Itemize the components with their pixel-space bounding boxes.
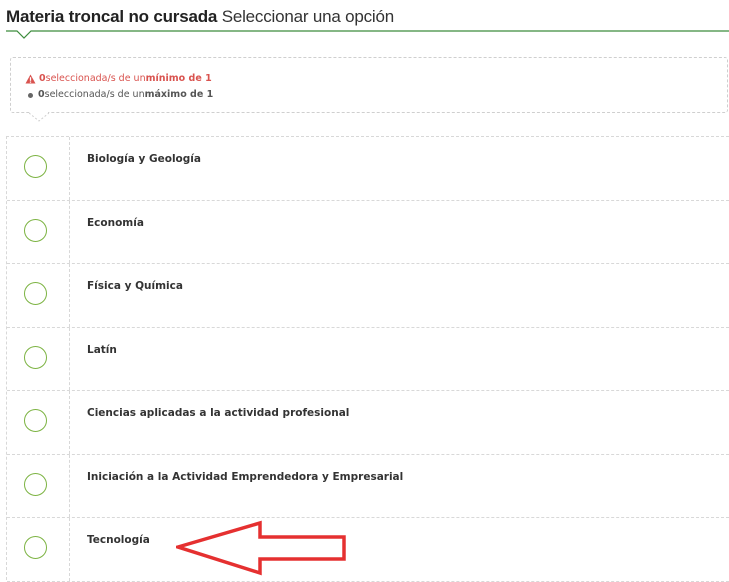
radio-cell: [7, 200, 70, 263]
warning-icon: [25, 74, 36, 84]
minimum-info-row: 0 seleccionada/s de un mínimo de 1: [25, 73, 212, 85]
radio-cell: [7, 327, 70, 390]
info-box-pointer: [29, 108, 49, 122]
bullet-icon: [28, 92, 33, 98]
radio-cell: [7, 264, 70, 327]
section-title-strong: Materia troncal no cursada: [6, 7, 218, 26]
option-radio[interactable]: [24, 472, 47, 496]
header-underline: [6, 30, 729, 39]
option-label: Economía: [87, 216, 144, 229]
maximum-selected-count: 0: [38, 89, 45, 100]
option-radio[interactable]: [24, 155, 47, 178]
option-row[interactable]: Tecnología: [7, 518, 729, 582]
option-row[interactable]: Ciencias aplicadas a la actividad profes…: [7, 391, 729, 455]
minimum-selected-count: 0: [39, 73, 46, 84]
option-label: Ciencias aplicadas a la actividad profes…: [87, 407, 350, 419]
option-label: Biología y Geología: [87, 153, 201, 165]
section-title: Materia troncal no cursada Seleccionar u…: [6, 6, 394, 28]
minimum-info-text: seleccionada/s de un: [45, 73, 146, 84]
maximum-info-text: seleccionada/s de un: [44, 89, 145, 100]
option-radio[interactable]: [24, 345, 47, 369]
annotation-arrow-icon: [176, 520, 346, 576]
section-title-instruction: Seleccionar una opción: [221, 7, 395, 26]
radio-cell: [7, 518, 70, 581]
options-list: Biología y Geología Economía Física y Qu…: [6, 136, 729, 582]
option-row[interactable]: Economía: [7, 200, 729, 264]
option-label: Física y Química: [87, 280, 183, 292]
radio-cell: [7, 391, 70, 454]
minimum-limit-label: mínimo de 1: [145, 73, 212, 84]
option-label: Tecnología: [87, 534, 150, 546]
option-radio[interactable]: [24, 218, 47, 242]
option-row[interactable]: Biología y Geología: [7, 137, 729, 201]
option-label: Iniciación a la Actividad Emprendedora y…: [87, 470, 404, 483]
option-radio[interactable]: [24, 409, 47, 432]
selection-info-box: 0 seleccionada/s de un mínimo de 1 0 sel…: [10, 57, 728, 113]
option-label: Latín: [87, 343, 117, 356]
radio-cell: [7, 137, 70, 200]
option-radio[interactable]: [24, 282, 47, 305]
section-header: Materia troncal no cursada Seleccionar u…: [6, 0, 729, 44]
maximum-limit-label: máximo de 1: [144, 89, 214, 100]
radio-cell: [7, 454, 70, 517]
option-row[interactable]: Latín: [7, 327, 729, 391]
option-radio[interactable]: [24, 536, 47, 559]
maximum-info-row: 0 seleccionada/s de un máximo de 1: [25, 89, 213, 101]
option-row[interactable]: Iniciación a la Actividad Emprendedora y…: [7, 454, 729, 518]
option-row[interactable]: Física y Química: [7, 264, 729, 328]
